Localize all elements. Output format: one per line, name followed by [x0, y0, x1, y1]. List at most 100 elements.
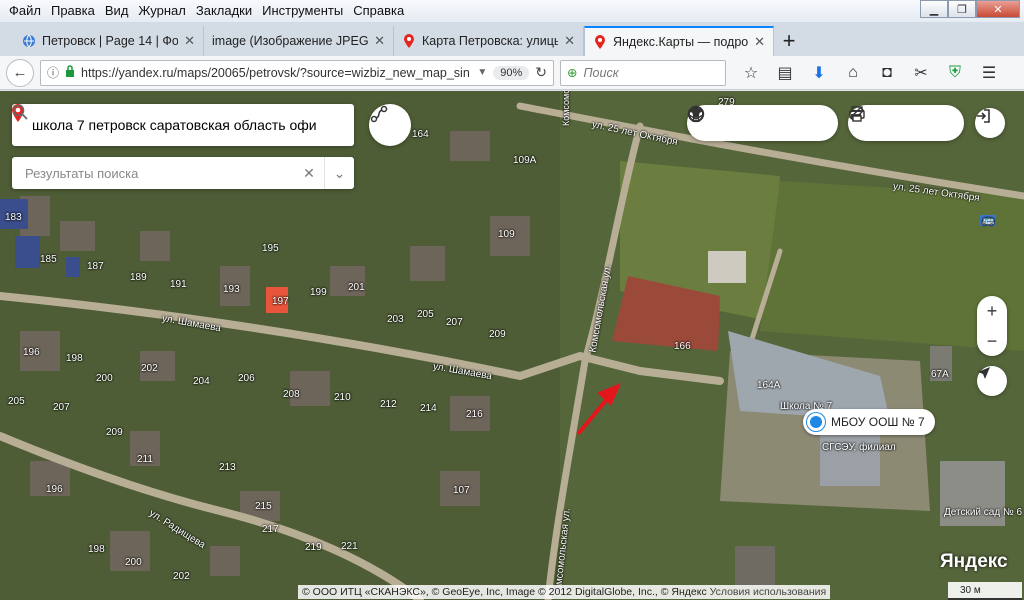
tab-petrovsk-photo[interactable]: Петровск | Page 14 | Фото ✕ [14, 26, 204, 56]
poi-name: МБОУ ООШ № 7 [831, 415, 925, 429]
house-number: 198 [88, 544, 105, 555]
house-number: 193 [223, 284, 240, 295]
close-tab-icon[interactable]: ✕ [184, 33, 195, 49]
house-number: 107 [453, 485, 470, 496]
url-text: https://yandex.ru/maps/20065/petrovsk/?s… [81, 65, 470, 80]
house-number: 197 [272, 296, 289, 307]
house-number: 206 [238, 373, 255, 384]
terms-link[interactable]: Условия использования [710, 586, 827, 598]
house-number: 199 [310, 287, 327, 298]
search-results-field[interactable]: Результаты поиска ✕ ⌄ [12, 157, 354, 189]
street-label: Комсомольская ул. [561, 91, 571, 126]
close-tab-icon[interactable]: ✕ [564, 33, 575, 49]
poi-dot-icon [807, 413, 825, 431]
menu-help[interactable]: Справка [348, 0, 409, 22]
house-number: 201 [348, 282, 365, 293]
reader-list-icon[interactable]: ▤ [768, 59, 802, 87]
search-engine-icon: ⊕ [567, 66, 578, 80]
close-tab-icon[interactable]: ✕ [754, 34, 765, 50]
tab-image-jpeg[interactable]: image (Изображение JPEG, 1 ✕ [204, 26, 394, 56]
house-number: 209 [106, 427, 123, 438]
kindergarten-label: Детский сад № 6 [944, 507, 1023, 518]
yandex-logo[interactable]: Яндекс [940, 551, 1008, 573]
lock-icon [65, 65, 75, 80]
zoom-out-button[interactable]: − [977, 326, 1007, 356]
house-number: 211 [137, 454, 153, 465]
close-window-button[interactable]: ✕ [976, 0, 1020, 18]
menu-view[interactable]: Вид [100, 0, 134, 22]
tab-yandex-maps[interactable]: Яндекс.Карты — подробн ✕ [584, 26, 774, 56]
house-number: 200 [96, 373, 113, 384]
login-button[interactable] [975, 108, 1005, 138]
layers-icon[interactable] [688, 105, 832, 141]
new-tab-button[interactable]: + [774, 26, 804, 56]
menu-edit[interactable]: Правка [46, 0, 100, 22]
minimize-button[interactable]: ▁ [920, 0, 948, 18]
pocket-icon[interactable]: ◘ [870, 59, 904, 87]
house-number: 189 [130, 272, 147, 283]
menu-lines-icon[interactable] [851, 105, 958, 141]
house-number: 67А [931, 369, 949, 380]
house-number: 210 [334, 392, 351, 403]
url-bar[interactable]: ⓘ https://yandex.ru/maps/20065/petrovsk/… [40, 59, 554, 86]
window-controls: ▁ ❐ ✕ [920, 0, 1020, 18]
back-button[interactable]: ← [6, 58, 34, 87]
home-icon[interactable]: ⌂ [836, 59, 870, 87]
house-number: 202 [141, 363, 158, 374]
shield-icon[interactable]: ⛨ [938, 59, 972, 87]
bookmark-star-icon[interactable]: ☆ [734, 59, 768, 87]
tab-title: Петровск | Page 14 | Фото [42, 34, 179, 48]
house-number: 208 [283, 389, 300, 400]
house-number: 191 [170, 279, 187, 290]
house-number: 209 [489, 329, 506, 340]
route-button[interactable] [369, 104, 411, 146]
bus-stop-icon[interactable]: 🚌 [980, 215, 997, 226]
download-icon[interactable]: ⬇ [802, 59, 836, 87]
zoom-controls: + − [977, 296, 1007, 356]
reload-icon[interactable]: ↻ [535, 64, 547, 81]
house-number: 204 [193, 376, 210, 387]
copyright-text: © ООО ИТЦ «СКАНЭКС», © GeoEye, Inc, Imag… [302, 586, 707, 598]
house-number: 164 [412, 129, 429, 140]
menu-tools[interactable]: Инструменты [257, 0, 348, 22]
house-number: 213 [219, 462, 236, 473]
house-number: 109 [498, 229, 515, 240]
house-number: 200 [125, 557, 142, 568]
copyright-bar: © ООО ИТЦ «СКАНЭКС», © GeoEye, Inc, Imag… [298, 585, 831, 599]
search-input[interactable]: ⊕ Поиск [560, 59, 726, 86]
close-tab-icon[interactable]: ✕ [374, 33, 385, 49]
geolocation-button[interactable] [977, 366, 1007, 396]
panorama-person-icon[interactable] [692, 105, 763, 141]
parking-icon[interactable]: P [687, 105, 798, 141]
house-number: 205 [8, 396, 25, 407]
map-search-box[interactable]: школа 7 петровск саратовская область офи [12, 104, 354, 146]
clear-icon[interactable]: ✕ [294, 157, 324, 189]
tab-petrovsk-map[interactable]: Карта Петровска: улицы ✕ [394, 26, 584, 56]
screenshot-icon[interactable]: ✂ [904, 59, 938, 87]
poi-school-marker[interactable]: МБОУ ООШ № 7 [803, 409, 935, 435]
house-number: 207 [53, 402, 70, 413]
house-number: 164А [757, 380, 781, 391]
zoom-in-button[interactable]: + [977, 296, 1007, 326]
chevron-down-icon[interactable]: ▼ [477, 67, 487, 78]
house-number: 203 [387, 314, 404, 325]
chevron-down-icon[interactable]: ⌄ [324, 157, 354, 189]
menu-hamburger-icon[interactable]: ☰ [972, 59, 1006, 87]
map-pin-icon [402, 34, 416, 48]
menu-file[interactable]: Файл [4, 0, 46, 22]
tab-strip: Петровск | Page 14 | Фото ✕ image (Изобр… [0, 22, 1024, 56]
tool-controls [848, 105, 964, 141]
info-icon[interactable]: ⓘ [47, 64, 59, 81]
search-query[interactable]: школа 7 петровск саратовская область офи [32, 117, 334, 133]
house-number: 195 [262, 243, 279, 254]
house-number: 166 [674, 341, 691, 352]
menu-bookmarks[interactable]: Закладки [191, 0, 257, 22]
house-number: 221 [341, 541, 358, 552]
map-view[interactable]: 164 109А 279 183 195 109 185 187 189 191… [0, 91, 1024, 600]
menu-history[interactable]: Журнал [133, 0, 190, 22]
maximize-button[interactable]: ❐ [948, 0, 976, 18]
zoom-level-badge[interactable]: 90% [493, 65, 530, 80]
print-icon[interactable] [849, 105, 924, 141]
map-pin-icon [593, 35, 607, 49]
house-number: 217 [262, 524, 279, 535]
